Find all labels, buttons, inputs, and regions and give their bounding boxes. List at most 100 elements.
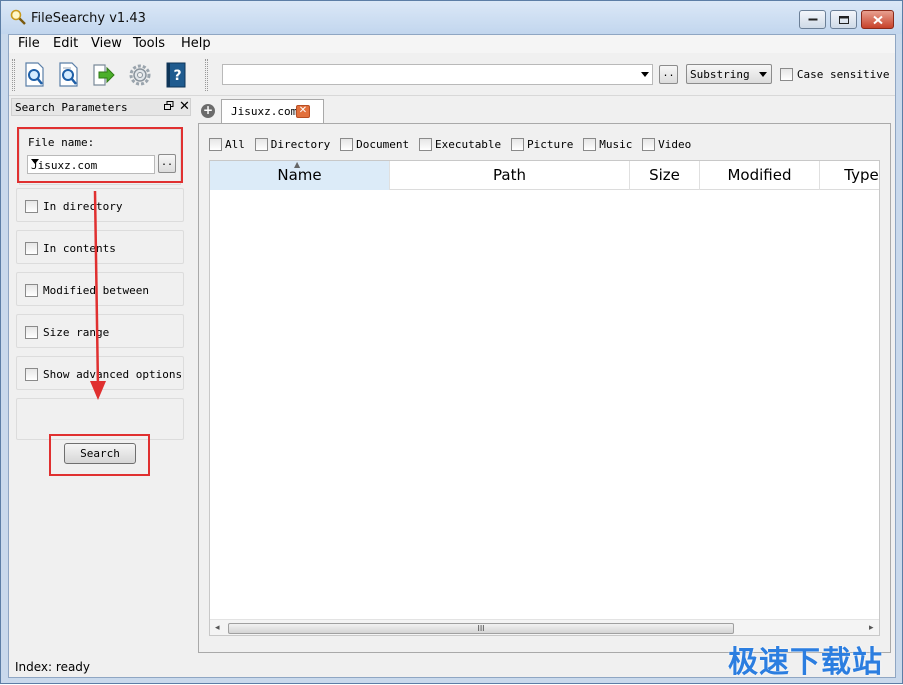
filter-checkbox[interactable] bbox=[340, 138, 354, 151]
float-panel-icon[interactable] bbox=[164, 101, 174, 114]
find-content-icon[interactable] bbox=[56, 61, 82, 89]
help-book-icon[interactable]: ? bbox=[163, 61, 189, 89]
find-file-icon[interactable] bbox=[22, 61, 48, 89]
highlight-box-file-name bbox=[17, 127, 183, 183]
toolbar-grip[interactable] bbox=[12, 59, 15, 91]
size-range-label: Size range bbox=[43, 326, 110, 339]
column-type-label: Type bbox=[844, 166, 879, 184]
filter-all[interactable]: All bbox=[209, 137, 245, 151]
add-tab-icon[interactable]: + bbox=[201, 104, 215, 118]
filter-checkbox[interactable] bbox=[209, 138, 222, 151]
toolbar-grip-2[interactable] bbox=[205, 59, 208, 91]
modified-between-checkbox[interactable] bbox=[25, 284, 38, 297]
close-icon bbox=[872, 15, 883, 24]
filter-checkbox[interactable] bbox=[418, 138, 432, 151]
section-modified-between: Modified between bbox=[16, 272, 184, 306]
scrollbar-grip: III bbox=[477, 624, 485, 633]
match-mode-select[interactable]: Substring bbox=[686, 64, 772, 84]
export-arrow-icon[interactable] bbox=[91, 61, 117, 89]
results-grid: ▲ Name Path Size Modified Type ◂ III ▸ bbox=[209, 160, 880, 636]
filter-label: Document bbox=[356, 138, 410, 151]
status-text: Index: ready bbox=[15, 660, 91, 674]
filter-executable[interactable]: Executable bbox=[418, 137, 502, 151]
grid-header: ▲ Name Path Size Modified Type bbox=[210, 161, 879, 190]
column-name[interactable]: ▲ Name bbox=[210, 161, 390, 190]
column-size-label: Size bbox=[649, 166, 680, 184]
filter-checkbox[interactable] bbox=[583, 138, 597, 151]
window-title: FileSearchy v1.43 bbox=[31, 11, 146, 26]
in-contents-checkbox[interactable] bbox=[25, 242, 38, 255]
scroll-right-icon[interactable]: ▸ bbox=[869, 623, 874, 633]
close-button[interactable] bbox=[861, 10, 894, 29]
minimize-button[interactable] bbox=[799, 10, 826, 29]
section-size-range: Size range bbox=[16, 314, 184, 348]
results-area: + Jisuxz.com ✕ All Directory Document Ex… bbox=[196, 97, 895, 657]
menu-tools[interactable]: Tools bbox=[133, 36, 165, 51]
sort-ascending-icon: ▲ bbox=[294, 160, 301, 169]
filter-music[interactable]: Music bbox=[583, 137, 632, 151]
in-contents-label: In contents bbox=[43, 242, 116, 255]
in-directory-label: In directory bbox=[43, 200, 123, 213]
chevron-down-icon bbox=[759, 72, 767, 77]
scrollbar-thumb[interactable]: III bbox=[228, 623, 734, 634]
panel-close-icon[interactable]: ✕ bbox=[179, 99, 190, 114]
case-sensitive-label: Case sensitive bbox=[796, 68, 890, 81]
type-filter-row: All Directory Document Executable Pictur… bbox=[209, 137, 697, 151]
client-area: File Edit View Tools Help ? .. Substring… bbox=[8, 34, 896, 678]
menu-help[interactable]: Help bbox=[181, 36, 211, 51]
column-modified-label: Modified bbox=[727, 166, 792, 184]
filter-video[interactable]: Video bbox=[642, 137, 691, 151]
magnifier-app-icon bbox=[10, 9, 26, 25]
highlight-box-search bbox=[49, 434, 150, 476]
search-query-input[interactable] bbox=[223, 65, 633, 84]
menu-view[interactable]: View bbox=[91, 36, 122, 51]
column-path[interactable]: Path bbox=[390, 161, 630, 190]
panel-title: Search Parameters bbox=[15, 101, 128, 114]
filter-checkbox[interactable] bbox=[511, 138, 525, 151]
section-in-directory: In directory bbox=[16, 188, 184, 222]
filter-directory[interactable]: Directory bbox=[254, 137, 331, 151]
toolbar: ? .. Substring Case sensitive bbox=[9, 54, 895, 96]
column-path-label: Path bbox=[493, 166, 526, 184]
tab-label: Jisuxz.com bbox=[231, 105, 298, 118]
case-sensitive-checkbox[interactable] bbox=[780, 68, 793, 81]
watermark-text: 极速下载站 bbox=[728, 645, 883, 680]
advanced-options-checkbox[interactable] bbox=[25, 368, 38, 381]
match-mode-value: Substring bbox=[690, 68, 750, 81]
column-modified[interactable]: Modified bbox=[700, 161, 820, 190]
filter-label: Executable bbox=[434, 138, 502, 151]
app-window: FileSearchy v1.43 File Edit View Tools H… bbox=[0, 0, 903, 684]
menu-edit[interactable]: Edit bbox=[53, 36, 78, 51]
results-pane: All Directory Document Executable Pictur… bbox=[198, 123, 891, 653]
menu-file[interactable]: File bbox=[18, 36, 40, 51]
column-type[interactable]: Type bbox=[820, 161, 879, 190]
search-query-combo[interactable] bbox=[222, 64, 653, 85]
menu-bar: File Edit View Tools Help bbox=[9, 35, 895, 53]
filter-checkbox[interactable] bbox=[254, 138, 268, 151]
filter-picture[interactable]: Picture bbox=[511, 137, 573, 151]
filter-label: Video bbox=[658, 138, 692, 151]
size-range-checkbox[interactable] bbox=[25, 326, 38, 339]
filter-label: Directory bbox=[270, 138, 331, 151]
maximize-button[interactable] bbox=[830, 10, 857, 29]
filter-checkbox[interactable] bbox=[642, 138, 656, 151]
tab-results[interactable]: Jisuxz.com ✕ bbox=[221, 99, 324, 123]
in-directory-checkbox[interactable] bbox=[25, 200, 38, 213]
case-sensitive-option[interactable]: Case sensitive bbox=[780, 67, 890, 81]
minimize-icon bbox=[808, 18, 817, 20]
advanced-options-label: Show advanced options bbox=[43, 368, 183, 381]
section-in-contents: In contents bbox=[16, 230, 184, 264]
chevron-down-icon[interactable] bbox=[641, 72, 649, 77]
tab-close-icon[interactable]: ✕ bbox=[296, 105, 310, 118]
filter-document[interactable]: Document bbox=[340, 137, 409, 151]
filter-label: Music bbox=[599, 138, 633, 151]
browse-button[interactable]: .. bbox=[659, 65, 678, 84]
scroll-left-icon[interactable]: ◂ bbox=[215, 623, 220, 633]
settings-gear-icon[interactable] bbox=[127, 61, 153, 89]
column-size[interactable]: Size bbox=[630, 161, 700, 190]
filter-label: Picture bbox=[527, 138, 574, 151]
title-bar[interactable]: FileSearchy v1.43 bbox=[1, 1, 902, 34]
filter-label: All bbox=[225, 138, 245, 151]
horizontal-scrollbar[interactable]: ◂ III ▸ bbox=[210, 619, 879, 635]
svg-text:?: ? bbox=[173, 68, 181, 84]
